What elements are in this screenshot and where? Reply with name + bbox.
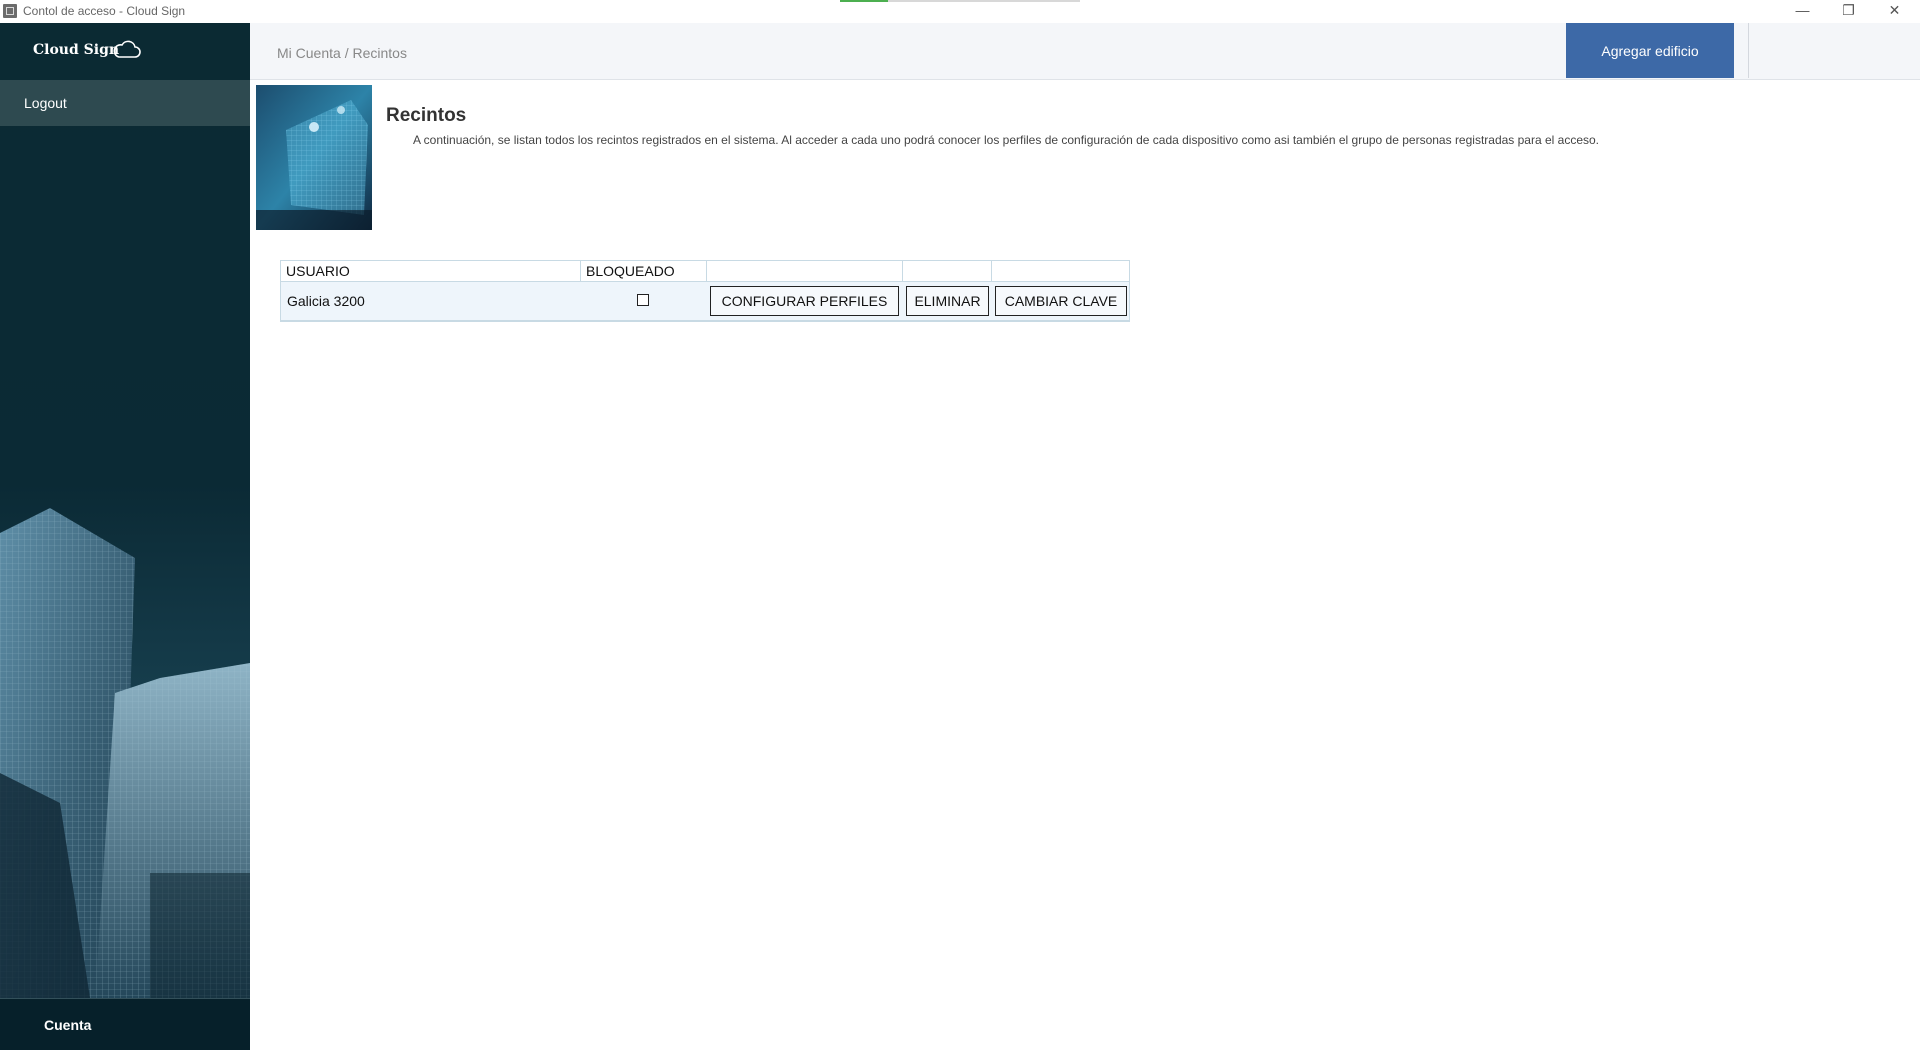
configure-profiles-label: CONFIGURAR PERFILES [721, 293, 888, 309]
delete-label: ELIMINAR [914, 293, 981, 309]
cell-usuario: Galicia 3200 [287, 293, 365, 309]
minimize-icon[interactable]: — [1780, 0, 1825, 22]
table-row[interactable]: Galicia 3200 CONFIGURAR PERFILES ELIMINA… [281, 282, 1129, 320]
cloud-icon [113, 40, 141, 58]
sidebar: Cloud Sign Logout Cuenta [0, 23, 250, 1050]
logout-button[interactable]: Logout [0, 80, 250, 126]
add-building-label: Agregar edificio [1601, 43, 1699, 59]
buildings-table: USUARIO BLOQUEADO Galicia 3200 CONFIGURA… [280, 260, 1130, 322]
page-title: Recintos [386, 105, 467, 126]
column-header-eliminar [903, 261, 992, 281]
building-thumbnail-image [256, 85, 372, 230]
blocked-checkbox[interactable] [637, 294, 649, 306]
delete-button[interactable]: ELIMINAR [906, 286, 989, 316]
column-header-usuario[interactable]: USUARIO [281, 261, 581, 281]
configure-profiles-button[interactable]: CONFIGURAR PERFILES [710, 286, 899, 316]
breadcrumb[interactable]: Mi Cuenta / Recintos [277, 45, 407, 61]
column-header-bloqueado[interactable]: BLOQUEADO [581, 261, 707, 281]
page-description: A continuación, se listan todos los reci… [413, 133, 1600, 147]
loading-progress-fill [840, 0, 888, 2]
table-header: USUARIO BLOQUEADO [281, 261, 1129, 282]
loading-progress-bar [840, 0, 1080, 2]
column-header-clave [992, 261, 1129, 281]
account-nav-label: Cuenta [44, 1017, 92, 1033]
top-header: Mi Cuenta / Recintos Agregar edificio [250, 23, 1920, 80]
brand-name: Cloud Sign [33, 42, 120, 58]
add-building-button[interactable]: Agregar edificio [1566, 23, 1734, 78]
account-nav-item[interactable]: Cuenta [0, 998, 250, 1050]
header-right-panel [1748, 23, 1920, 78]
brand[interactable]: Cloud Sign [0, 23, 250, 79]
close-icon[interactable]: ✕ [1872, 0, 1917, 22]
buildings-background-image [0, 508, 250, 998]
window-title: Contol de acceso - Cloud Sign [23, 4, 186, 18]
change-password-label: CAMBIAR CLAVE [1004, 293, 1118, 309]
column-header-configurar [707, 261, 903, 281]
window-titlebar: Contol de acceso - Cloud Sign — ❐ ✕ [0, 0, 1920, 23]
app-icon [3, 4, 17, 18]
maximize-icon[interactable]: ❐ [1826, 0, 1871, 22]
change-password-button[interactable]: CAMBIAR CLAVE [995, 286, 1127, 316]
logout-label: Logout [24, 95, 67, 111]
